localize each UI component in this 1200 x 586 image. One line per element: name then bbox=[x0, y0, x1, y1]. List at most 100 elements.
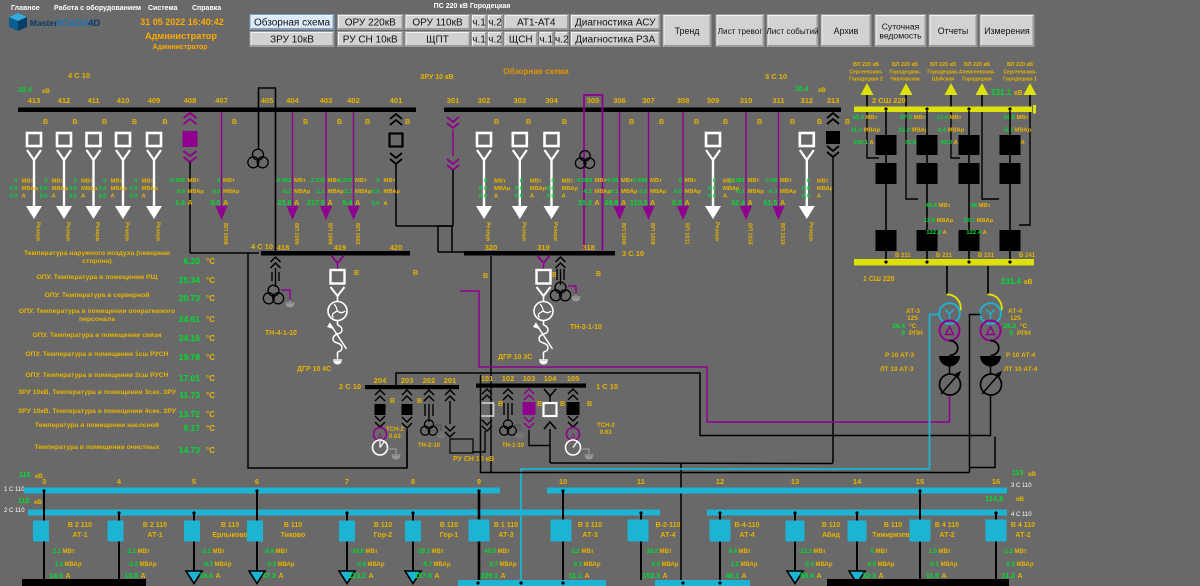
svg-text:А: А bbox=[943, 230, 948, 236]
svg-text:МВт: МВт bbox=[748, 178, 760, 184]
svg-text:405: 405 bbox=[261, 96, 274, 105]
svg-text:А: А bbox=[983, 230, 988, 236]
svg-text:313: 313 bbox=[827, 96, 840, 105]
svg-text:15: 15 bbox=[916, 477, 924, 486]
svg-text:МВАр: МВАр bbox=[111, 186, 128, 192]
svg-text:В: В bbox=[560, 401, 565, 408]
svg-text:3 С 10: 3 С 10 bbox=[622, 249, 644, 258]
svg-text:МВАр: МВАр bbox=[65, 562, 82, 568]
svg-text:Работа с оборудованием: Работа с оборудованием bbox=[54, 4, 141, 12]
svg-text:201: 201 bbox=[444, 376, 457, 385]
svg-text:-4.0: -4.0 bbox=[356, 562, 367, 568]
svg-text:МВАр: МВАр bbox=[748, 189, 765, 195]
svg-text:0.0: 0.0 bbox=[9, 186, 17, 192]
svg-text:Лист событий: Лист событий bbox=[766, 27, 818, 36]
svg-text:ОПУ. Температура в помещении Р: ОПУ. Температура в помещении РЩ bbox=[36, 274, 157, 281]
svg-text:ОПУ. Температура в помещении 1: ОПУ. Температура в помещении 1сш РУСН bbox=[25, 351, 168, 358]
svg-text:231.4: 231.4 bbox=[1001, 277, 1022, 286]
svg-text:А: А bbox=[780, 198, 785, 207]
svg-text:0.0: 0.0 bbox=[98, 194, 106, 200]
svg-text:2 С 10: 2 С 10 bbox=[339, 382, 361, 391]
svg-text:АТ-2: АТ-2 bbox=[939, 532, 954, 539]
svg-text:°С: °С bbox=[206, 315, 215, 324]
svg-text:217.5: 217.5 bbox=[307, 198, 325, 207]
svg-text:АТ-2: АТ-2 bbox=[1015, 532, 1030, 539]
svg-text:△: △ bbox=[377, 432, 383, 439]
svg-text:32.3: 32.3 bbox=[862, 573, 876, 580]
svg-text:11.5: 11.5 bbox=[926, 573, 939, 580]
svg-text:В 4 110: В 4 110 bbox=[935, 522, 959, 529]
svg-text:ЗРУ 10кВ. Температура в помеще: ЗРУ 10кВ. Температура в помещении 3сек. … bbox=[18, 389, 177, 396]
svg-text:13.7: 13.7 bbox=[964, 218, 976, 224]
svg-text:0: 0 bbox=[217, 178, 220, 184]
svg-text:ч.1: ч.1 bbox=[539, 35, 553, 46]
svg-text:11.2: 11.2 bbox=[1002, 573, 1015, 580]
svg-text:А: А bbox=[650, 198, 655, 207]
svg-text:МВАр: МВАр bbox=[780, 189, 797, 195]
svg-text:19.78: 19.78 bbox=[179, 352, 201, 362]
svg-text:-1.08: -1.08 bbox=[764, 178, 778, 184]
svg-text:-0.584: -0.584 bbox=[576, 178, 593, 184]
svg-text:0.0: 0.0 bbox=[129, 194, 137, 200]
svg-text:Администратор: Администратор bbox=[153, 44, 208, 51]
svg-text:ч.2: ч.2 bbox=[488, 18, 502, 29]
svg-text:157.6: 157.6 bbox=[414, 573, 432, 580]
svg-text:-1.1: -1.1 bbox=[315, 189, 326, 195]
svg-text:Резерв: Резерв bbox=[94, 222, 100, 242]
svg-text:△: △ bbox=[570, 432, 576, 439]
svg-text:В 2 110: В 2 110 bbox=[143, 522, 167, 529]
svg-text:А: А bbox=[216, 573, 221, 580]
svg-text:ДГР 10 4С: ДГР 10 4С bbox=[297, 366, 331, 373]
svg-text:115: 115 bbox=[1012, 470, 1023, 477]
svg-text:МВАр: МВАр bbox=[941, 562, 958, 568]
svg-text:9: 9 bbox=[477, 477, 481, 486]
svg-text:115: 115 bbox=[19, 472, 30, 479]
svg-text:0.0: 0.0 bbox=[9, 194, 17, 200]
svg-text:403: 403 bbox=[320, 96, 333, 105]
svg-text:123.2: 123.2 bbox=[348, 573, 366, 580]
svg-text:122.4: 122.4 bbox=[926, 230, 941, 236]
svg-text:МВАр: МВАр bbox=[912, 128, 929, 134]
svg-text:309: 309 bbox=[707, 96, 720, 105]
svg-text:203: 203 bbox=[401, 376, 414, 385]
svg-text:310: 310 bbox=[740, 96, 753, 105]
svg-text:3 С 10: 3 С 10 bbox=[765, 72, 787, 81]
svg-text:кВ: кВ bbox=[1014, 90, 1023, 97]
svg-text:-6.7: -6.7 bbox=[422, 562, 433, 568]
svg-text:АТ-4: АТ-4 bbox=[739, 532, 754, 539]
svg-text:Резерв: Резерв bbox=[485, 222, 491, 242]
svg-text:МВт: МВт bbox=[530, 179, 542, 185]
svg-text:персонала: персонала bbox=[79, 316, 115, 323]
svg-text:ТСН-2: ТСН-2 bbox=[597, 423, 615, 429]
svg-text:-0.3: -0.3 bbox=[768, 189, 779, 195]
svg-text:ВП 1015: ВП 1015 bbox=[747, 223, 753, 245]
svg-text:ОРУ 110кВ: ОРУ 110кВ bbox=[412, 18, 463, 29]
svg-text:А: А bbox=[66, 573, 71, 580]
svg-text:0.0: 0.0 bbox=[479, 194, 487, 200]
svg-text:ОПУ. Температура в помещении 2: ОПУ. Температура в помещении 2сш РУСН bbox=[25, 372, 168, 379]
svg-text:°С: °С bbox=[206, 294, 215, 303]
svg-text:0: 0 bbox=[103, 179, 106, 185]
svg-text:кВ: кВ bbox=[1028, 471, 1036, 478]
svg-text:0.0: 0.0 bbox=[802, 186, 810, 192]
svg-text:°С: °С bbox=[1020, 322, 1028, 330]
svg-text:А: А bbox=[141, 573, 146, 580]
svg-text:1 СШ 220: 1 СШ 220 bbox=[863, 276, 895, 283]
svg-text:-1.5: -1.5 bbox=[1003, 549, 1014, 555]
svg-text:Р 10 АТ-3: Р 10 АТ-3 bbox=[885, 352, 915, 359]
svg-text:В: В bbox=[498, 401, 503, 408]
svg-text:-27.4: -27.4 bbox=[899, 115, 913, 121]
svg-text:ТН-3-1-10: ТН-3-1-10 bbox=[570, 324, 602, 331]
svg-text:1 С 10: 1 С 10 bbox=[596, 382, 618, 391]
svg-text:-0.1: -0.1 bbox=[735, 189, 746, 195]
svg-text:204: 204 bbox=[374, 376, 387, 385]
svg-text:43.0: 43.0 bbox=[941, 140, 953, 146]
svg-text:0: 0 bbox=[679, 178, 682, 184]
svg-text:В 110: В 110 bbox=[221, 522, 239, 529]
svg-text:105: 105 bbox=[567, 374, 580, 383]
svg-text:В 110: В 110 bbox=[374, 522, 392, 529]
svg-text:°С: °С bbox=[909, 322, 917, 330]
svg-text:-3.3: -3.3 bbox=[266, 562, 277, 568]
svg-text:ВП 1011: ВП 1011 bbox=[684, 223, 690, 244]
svg-text:МВт: МВт bbox=[814, 549, 826, 555]
